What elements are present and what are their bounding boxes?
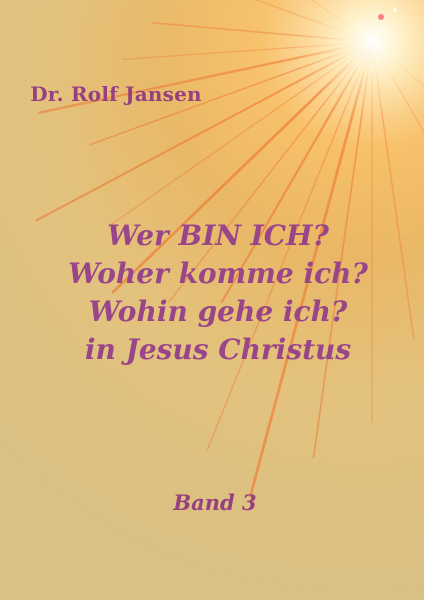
volume-label: Band 3	[173, 490, 257, 515]
author-name: Dr. Rolf Jansen	[30, 82, 202, 106]
lens-flare-dot	[378, 14, 384, 20]
book-cover: Dr. Rolf Jansen Wer BIN ICH? Woher komme…	[0, 0, 424, 600]
title-line: Wer BIN ICH?	[107, 219, 329, 252]
sun-glow	[292, 0, 424, 122]
title-line: Wohin gehe ich?	[88, 295, 348, 328]
lens-flare-dot	[393, 8, 397, 12]
title-line: in Jesus Christus	[84, 333, 352, 366]
title-line: Woher komme ich?	[68, 257, 368, 290]
book-title: Wer BIN ICH? Woher komme ich? Wohin gehe…	[12, 217, 424, 369]
